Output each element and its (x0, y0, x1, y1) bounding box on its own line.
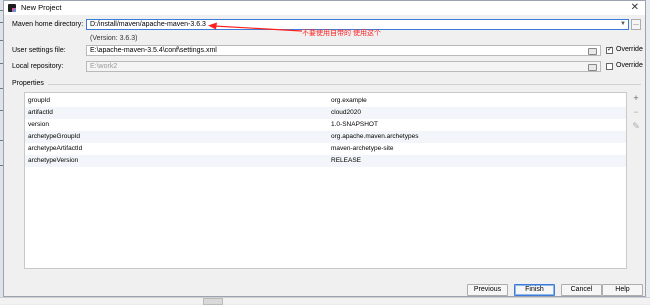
property-value: org.example (331, 97, 367, 104)
close-icon[interactable]: ✕ (631, 2, 639, 13)
property-value: org.apache.maven.archetypes (331, 133, 419, 140)
edit-pencil-icon[interactable]: ✎ (632, 121, 640, 132)
annotation-arrow-icon (208, 22, 303, 32)
user-settings-label: User settings file: (12, 47, 66, 54)
table-row[interactable]: archetypeArtifactId maven-archetype-site (25, 143, 626, 155)
new-project-dialog: New Project ✕ Maven home directory: D:/i… (3, 0, 646, 297)
table-row[interactable]: version 1.0-SNAPSHOT (25, 119, 626, 131)
cancel-button[interactable]: Cancel (561, 284, 602, 296)
user-settings-override-checkbox[interactable] (606, 45, 613, 54)
finish-button[interactable]: Finish (514, 284, 555, 296)
annotation-text: 不要使用自带的 使用这个 (302, 30, 381, 37)
maven-home-label: Maven home directory: (12, 21, 84, 28)
property-value: RELEASE (331, 157, 361, 164)
properties-section-title: Properties (12, 80, 44, 87)
table-row[interactable]: archetypeGroupId org.apache.maven.archet… (25, 131, 626, 143)
property-value: 1.0-SNAPSHOT (331, 121, 378, 128)
title-bar: New Project ✕ (4, 1, 645, 15)
maven-home-value: D:/install/maven/apache-maven-3.6.3 (90, 21, 206, 28)
remove-property-icon[interactable]: − (632, 107, 640, 117)
maven-version-note: (Version: 3.6.3) (90, 35, 138, 42)
browse-maven-home-button[interactable]: ... (631, 19, 641, 30)
property-key: artifactId (28, 109, 53, 116)
previous-button[interactable]: Previous (467, 284, 508, 296)
folder-icon (588, 64, 597, 71)
chevron-down-icon[interactable]: ▼ (620, 20, 626, 29)
user-settings-value: E:\apache-maven-3.5.4\conf\settings.xml (90, 47, 217, 54)
local-repository-label: Local repository: (12, 63, 64, 70)
table-row[interactable]: artifactId cloud2020 (25, 107, 626, 119)
property-value: cloud2020 (331, 109, 361, 116)
property-key: archetypeArtifactId (28, 145, 83, 152)
local-repository-override-checkbox[interactable] (606, 63, 613, 70)
table-row[interactable]: archetypeVersion RELEASE (25, 155, 626, 167)
property-value: maven-archetype-site (331, 145, 394, 152)
section-divider (48, 84, 641, 85)
property-key: archetypeVersion (28, 157, 79, 164)
table-row[interactable]: groupId org.example (25, 95, 626, 107)
intellij-icon (8, 4, 16, 12)
properties-table: groupId org.example artifactId cloud2020… (24, 92, 627, 269)
property-key: version (28, 121, 49, 128)
help-button[interactable]: Help (602, 284, 643, 296)
user-settings-override-label: Override (616, 46, 643, 53)
folder-icon[interactable] (588, 48, 597, 55)
local-repository-value: E:\work2 (90, 63, 118, 70)
add-property-icon[interactable]: + (632, 93, 640, 103)
property-key: groupId (28, 97, 51, 104)
local-repository-override-label: Override (616, 62, 643, 69)
user-settings-field[interactable]: E:\apache-maven-3.5.4\conf\settings.xml (86, 45, 601, 56)
property-key: archetypeGroupId (28, 133, 81, 140)
dialog-title: New Project (21, 3, 62, 12)
local-repository-field: E:\work2 (86, 61, 601, 72)
